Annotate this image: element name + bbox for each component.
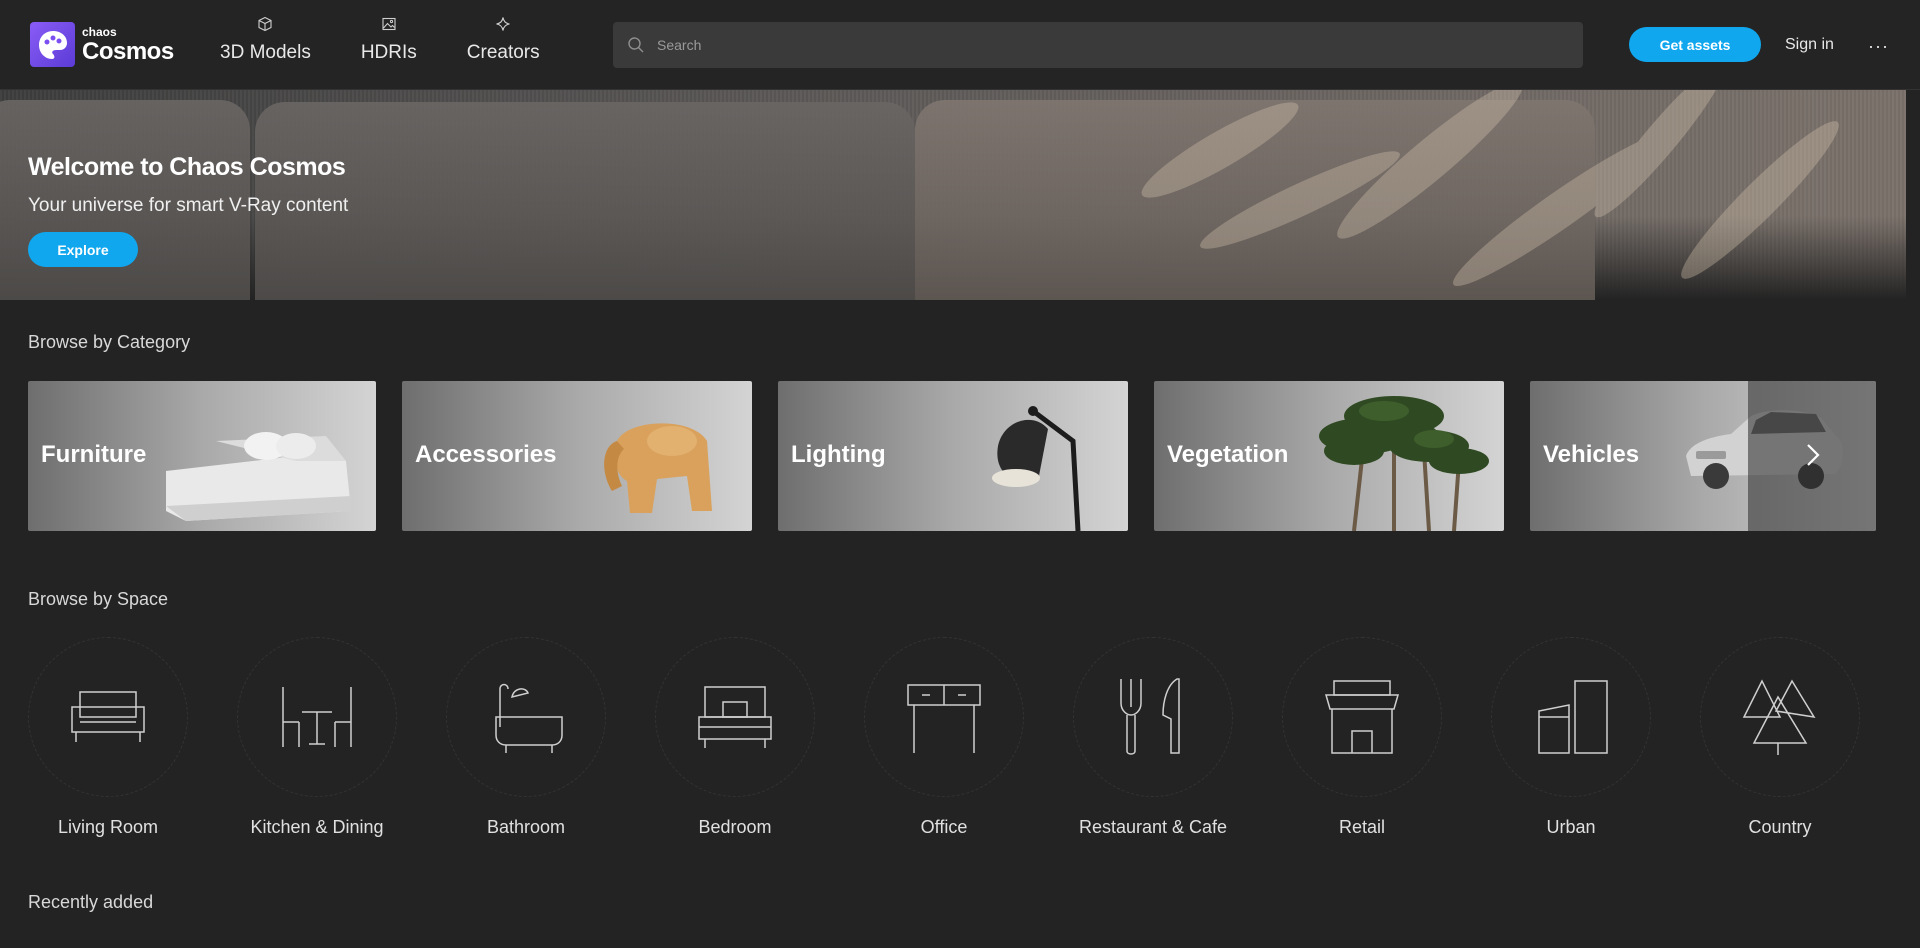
space-label: Country [1748, 817, 1812, 837]
category-label: Vegetation [1167, 441, 1289, 468]
nav-hdris[interactable]: HDRIs [361, 16, 417, 64]
category-card-accessories[interactable]: Accessories [402, 381, 752, 531]
space-label: Restaurant & Cafe [1078, 817, 1228, 837]
bed-icon [698, 686, 772, 748]
cosmos-logo-icon [30, 22, 75, 67]
browse-category-title: Browse by Category [28, 332, 191, 352]
category-card-lighting[interactable]: Lighting [778, 381, 1128, 531]
trees-icon [1742, 679, 1816, 755]
buildings-icon [1538, 680, 1608, 754]
space-label: Bedroom [698, 817, 772, 837]
browse-space-title: Browse by Space [28, 589, 169, 609]
category-card-vegetation[interactable]: Vegetation [1154, 381, 1504, 531]
storefront-icon [1325, 680, 1399, 754]
space-living-room[interactable]: Living Room [28, 637, 188, 838]
space-bedroom[interactable]: Bedroom [655, 637, 815, 838]
more-options-icon[interactable]: ··· [1868, 36, 1889, 57]
space-label: Office [920, 817, 968, 837]
nav-label: Creators [466, 42, 540, 63]
search-input[interactable] [655, 36, 1559, 54]
main-nav: 3D Models HDRIs Creators [220, 16, 590, 64]
logo-small-text: chaos [82, 24, 117, 39]
hero-title: Welcome to Chaos Cosmos [28, 153, 346, 181]
explore-button[interactable]: Explore [28, 232, 138, 267]
hero-banner: Welcome to Chaos Cosmos Your universe fo… [0, 90, 1906, 300]
nav-creators[interactable]: Creators [467, 16, 540, 64]
recently-added-title: Recently added [28, 892, 154, 912]
nav-label: HDRIs [360, 42, 417, 63]
space-urban[interactable]: Urban [1491, 637, 1651, 838]
sofa-image [166, 432, 351, 521]
category-label: Lighting [791, 441, 886, 468]
elephant-chair-image [604, 423, 712, 513]
category-label: Vehicles [1543, 441, 1640, 468]
image-icon [382, 17, 396, 31]
space-country[interactable]: Country [1700, 637, 1860, 838]
space-office[interactable]: Office [864, 637, 1024, 838]
top-header: chaos Cosmos 3D Models HDRIs Creators Ge… [0, 0, 1920, 90]
search-icon [628, 37, 644, 53]
space-restaurant-cafe[interactable]: Restaurant & Cafe [1073, 637, 1233, 838]
space-label: Retail [1338, 817, 1386, 837]
nav-label: 3D Models [220, 42, 311, 63]
space-label: Kitchen & Dining [250, 817, 384, 837]
sofa-icon [71, 691, 145, 742]
sign-in-link[interactable]: Sign in [1785, 36, 1834, 54]
nav-3d-models[interactable]: 3D Models [220, 16, 311, 64]
carousel-next-arrow-icon[interactable] [1803, 440, 1823, 470]
category-card-vehicles[interactable]: Vehicles [1530, 381, 1876, 531]
space-kitchen-dining[interactable]: Kitchen & Dining [237, 637, 397, 838]
cube-icon [258, 16, 272, 32]
hero-cushion-decor [255, 102, 915, 300]
space-bathroom[interactable]: Bathroom [446, 637, 606, 838]
logo-big-text: Cosmos [82, 37, 174, 65]
dining-table-icon [282, 687, 352, 747]
desk-lamp-image [992, 406, 1081, 531]
palm-trees-image [1319, 396, 1489, 531]
sparkle-icon [496, 17, 510, 31]
space-label: Bathroom [486, 817, 566, 837]
palm-shadow-decor [1141, 90, 1839, 287]
category-label: Furniture [41, 441, 147, 468]
fork-knife-icon [1120, 678, 1180, 755]
chaos-cosmos-logo[interactable]: chaos Cosmos [30, 22, 174, 67]
search-bar[interactable] [613, 22, 1583, 68]
get-assets-button[interactable]: Get assets [1629, 27, 1761, 62]
category-label: Accessories [415, 441, 557, 468]
space-retail[interactable]: Retail [1282, 637, 1442, 838]
category-card-furniture[interactable]: Furniture [28, 381, 376, 531]
space-label: Urban [1546, 817, 1596, 837]
space-label: Living Room [57, 817, 159, 837]
desk-icon [907, 684, 981, 753]
bathtub-icon [495, 683, 563, 753]
hero-subtitle: Your universe for smart V-Ray content [28, 195, 349, 216]
